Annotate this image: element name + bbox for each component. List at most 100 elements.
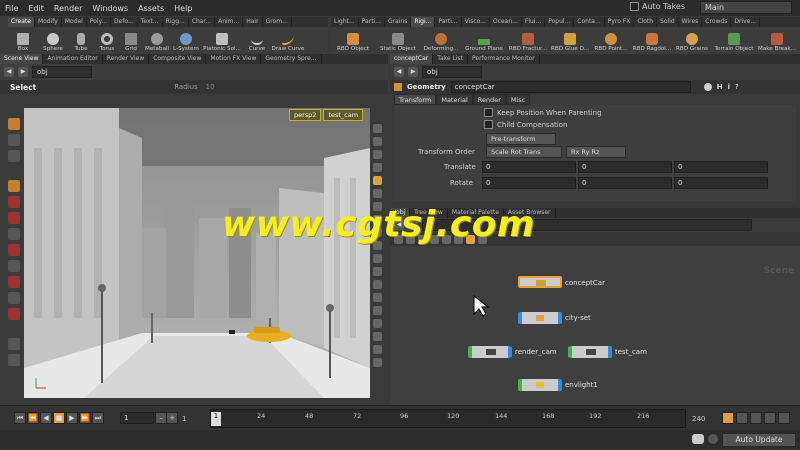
update-mode-menu[interactable]: Auto Update	[722, 433, 796, 447]
shelf-tab-rigging[interactable]: Rigg...	[163, 17, 189, 27]
snap-tool-icon[interactable]	[8, 260, 20, 272]
rotate-tool-icon[interactable]	[8, 150, 20, 162]
tab-performance-monitor[interactable]: Performance Monitor	[468, 54, 540, 64]
tool-rbd-grains[interactable]: RBD Grains	[673, 27, 711, 54]
shelf-tab-crowds[interactable]: Crowds	[702, 17, 732, 27]
start-frame[interactable]: 1	[182, 415, 186, 423]
grid-snap-icon[interactable]	[8, 292, 20, 304]
settings-icon[interactable]	[778, 412, 790, 424]
camera-menu-2[interactable]: test_cam	[323, 109, 364, 121]
menu-windows[interactable]: Windows	[87, 4, 133, 13]
tab-take-list[interactable]: Take List	[433, 54, 468, 64]
node-test-cam[interactable]	[568, 346, 612, 358]
current-frame-marker[interactable]: 1	[211, 412, 221, 426]
pose-tool-icon[interactable]	[8, 212, 20, 224]
point-snap-icon[interactable]	[8, 308, 20, 320]
handle-tool-icon[interactable]	[8, 196, 20, 208]
realtime-icon[interactable]	[722, 412, 734, 424]
forward-icon[interactable]: ▶	[408, 67, 418, 77]
translate-z[interactable]: 0	[674, 161, 768, 173]
tool-rbd-ragdoll[interactable]: RBD Ragdol...	[631, 27, 673, 54]
magnet-tool-icon[interactable]	[8, 276, 20, 288]
tool-curve[interactable]: Curve	[244, 27, 270, 54]
param-path-field[interactable]: obj	[422, 66, 482, 78]
tool-terrain-object[interactable]: Terrain Object	[711, 27, 757, 54]
shelf-tab-viscous[interactable]: Visco...	[462, 17, 490, 27]
tab-parameters[interactable]: conceptCar	[390, 54, 434, 64]
help-icon[interactable]: H	[717, 83, 723, 91]
last-frame-icon[interactable]: ⏭	[92, 412, 104, 424]
rotate-x[interactable]: 0	[482, 177, 576, 189]
play-icon[interactable]: ▶	[66, 412, 78, 424]
snapshot-icon[interactable]	[372, 358, 382, 367]
tab-animation-editor[interactable]: Animation Editor	[43, 54, 103, 64]
subtab-misc[interactable]: Misc	[505, 94, 531, 105]
uv-icon[interactable]	[372, 293, 382, 302]
shelf-tab-animation[interactable]: Anim...	[215, 17, 244, 27]
tool-lsystem[interactable]: L-System	[172, 27, 200, 54]
shelf-tab-poly[interactable]: Poly...	[87, 17, 112, 27]
auto-takes[interactable]: Auto Takes	[630, 2, 685, 11]
current-frame-field[interactable]: 1	[120, 412, 154, 424]
shelf-tab-lights[interactable]: Light...	[331, 17, 359, 27]
tool-deforming[interactable]: Deforming...	[421, 27, 461, 54]
shelf-tab-groom[interactable]: Grom...	[263, 17, 292, 27]
shelf-tab-grains[interactable]: Grains	[385, 17, 412, 27]
node-name-field[interactable]: conceptCar	[450, 81, 691, 93]
shelf-tab-populate[interactable]: Popul...	[545, 17, 575, 27]
info-icon[interactable]: i	[728, 83, 730, 91]
shelf-tab-fluid[interactable]: Flui...	[522, 17, 546, 27]
subtab-transform[interactable]: Transform	[394, 94, 437, 105]
node-envlight1[interactable]	[518, 379, 562, 391]
back-icon[interactable]: ◀	[4, 67, 14, 77]
template-icon[interactable]	[372, 306, 382, 315]
next-key-icon[interactable]: ⏩	[79, 412, 91, 424]
shelf-tab-oceans[interactable]: Ocean...	[490, 17, 522, 27]
keep-position-checkbox[interactable]	[484, 108, 493, 117]
audio-icon[interactable]	[750, 412, 762, 424]
tool-sphere[interactable]: Sphere	[38, 27, 68, 54]
radius-value[interactable]: 10	[206, 83, 215, 91]
rotate-y[interactable]: 0	[578, 177, 672, 189]
stop-icon[interactable]: ■	[53, 412, 65, 424]
forward-icon[interactable]: ▶	[18, 67, 28, 77]
shelf-tab-particle-fluids[interactable]: Parti...	[435, 17, 462, 27]
tool-draw-curve[interactable]: Draw Curve	[270, 27, 306, 54]
tool-make-breakable[interactable]: Make Break...	[757, 27, 797, 54]
camera-menu[interactable]: persp2	[289, 109, 322, 121]
menu-render[interactable]: Render	[49, 4, 87, 13]
shelf-tab-wires[interactable]: Wires	[679, 17, 703, 27]
camera-tool-icon[interactable]	[8, 338, 20, 350]
menu-edit[interactable]: Edit	[23, 4, 49, 13]
take-select[interactable]: Main	[700, 1, 792, 14]
shelf-tab-deform[interactable]: Defo...	[111, 17, 138, 27]
tool-box[interactable]: Box	[8, 27, 38, 54]
vertices-icon[interactable]	[372, 267, 382, 276]
scale-tool-icon[interactable]	[8, 228, 20, 240]
menu-help[interactable]: Help	[169, 4, 197, 13]
shelf-tab-texture[interactable]: Text...	[138, 17, 163, 27]
select-tool-icon[interactable]	[8, 118, 20, 130]
tool-rbd-object[interactable]: RBD Object	[331, 27, 375, 54]
tool-static-object[interactable]: Static Object	[375, 27, 421, 54]
bbox-icon[interactable]	[372, 319, 382, 328]
move-tool-icon[interactable]	[8, 134, 20, 146]
shelf-tab-modify[interactable]: Modify	[35, 17, 62, 27]
pointer-tool-icon[interactable]	[8, 180, 20, 192]
timeline-track[interactable]: 1 24 48 72 96 120 144 168 192 216	[210, 409, 686, 428]
shading-icon[interactable]	[372, 163, 382, 172]
pretransform-menu[interactable]: Pre-transform	[486, 133, 556, 145]
bulb-icon[interactable]	[372, 150, 382, 159]
tool-rbd-fracture[interactable]: RBD Fractur...	[507, 27, 549, 54]
tab-geometry-spreadsheet[interactable]: Geometry Spre...	[261, 54, 322, 64]
tool-metaball[interactable]: Metaball	[142, 27, 172, 54]
gear-icon[interactable]	[703, 83, 712, 91]
tool-platonic[interactable]: Platonic Sol...	[200, 27, 244, 54]
play-reverse-icon[interactable]: ◀	[40, 412, 52, 424]
wireframe-icon[interactable]	[372, 176, 382, 185]
tab-motion-fx[interactable]: Motion FX View	[206, 54, 262, 64]
shelf-tab-pyro[interactable]: Pyro FX	[605, 17, 635, 27]
shelf-tab-character[interactable]: Char...	[189, 17, 216, 27]
menu-assets[interactable]: Assets	[133, 4, 169, 13]
rotate-z[interactable]: 0	[674, 177, 768, 189]
